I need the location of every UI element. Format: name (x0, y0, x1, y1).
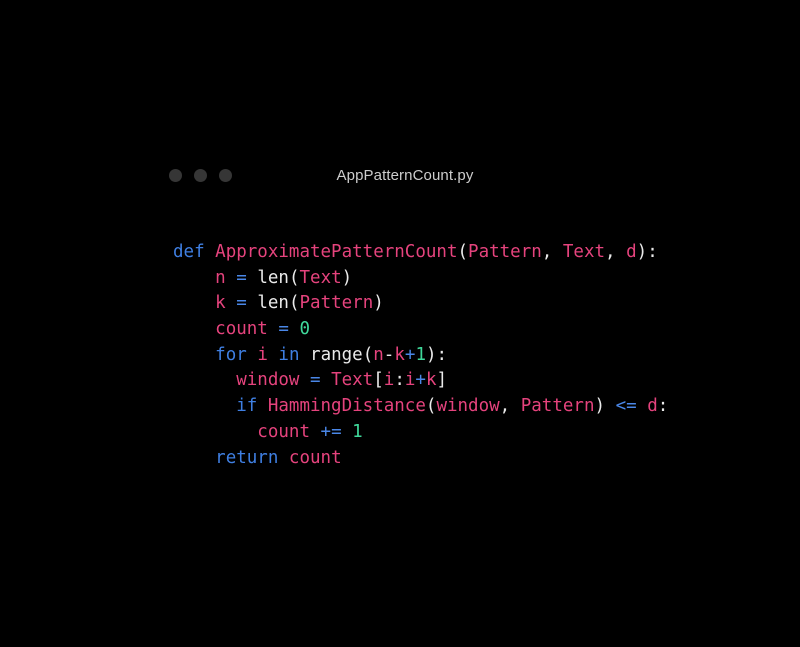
code-token-identifier: d (647, 396, 658, 417)
code-token-operator: = (236, 267, 247, 288)
code-line: k = len(Pattern) (173, 291, 668, 317)
code-token-punctuation: : (657, 396, 669, 417)
code-token-identifier: Pattern (520, 396, 595, 417)
code-token-punctuation: ): (425, 344, 448, 365)
code-token-operator: = (236, 293, 247, 314)
code-token-punctuation: , (499, 396, 521, 417)
code-token-punctuation: len( (257, 293, 300, 314)
code-token-identifier: window (236, 370, 300, 391)
code-token-identifier: Text (299, 267, 342, 288)
code-token-keyword: return (215, 447, 279, 468)
code-token-identifier: Text (331, 370, 374, 391)
code-token-identifier: i (404, 370, 416, 391)
code-token-identifier: k (215, 293, 226, 314)
code-line: n = len(Text) (173, 266, 668, 292)
code-token-identifier: k (425, 370, 437, 391)
code-token-identifier: n (373, 344, 384, 365)
code-line: for i in range(n-k+1): (173, 343, 668, 369)
code-token-identifier: k (394, 344, 405, 365)
code-token-punctuation: ) (594, 396, 616, 417)
code-line: if HammingDistance(window, Pattern) <= d… (173, 394, 668, 420)
code-token-identifier: Pattern (468, 242, 542, 262)
code-token-punctuation: [ (373, 370, 384, 391)
screenshot-root: AppPatternCount.py def ApproximatePatter… (0, 0, 800, 647)
code-token-identifier: n (215, 267, 226, 288)
code-token-identifier: ApproximatePatternCount (215, 242, 458, 262)
code-token-punctuation: , (541, 242, 563, 262)
code-token-punctuation: ): (636, 242, 658, 262)
code-token-keyword: for (215, 344, 247, 365)
code-token-number: 1 (415, 344, 426, 365)
code-token-operator: + (415, 370, 426, 391)
code-token-identifier: Text (562, 242, 606, 262)
code-token-punctuation: : (394, 370, 405, 391)
code-token-operator: = (278, 319, 289, 340)
code-token-identifier: i (257, 344, 268, 365)
code-token-punctuation: ( (425, 396, 437, 417)
code-token-identifier: i (383, 370, 395, 391)
code-line: window = Text[i:i+k] (173, 368, 668, 394)
code-token-number: 1 (352, 421, 363, 442)
code-token-punctuation: ( (457, 242, 469, 262)
code-token-keyword: if (236, 396, 258, 417)
code-token-keyword: in (278, 344, 300, 365)
code-token-number: 0 (299, 319, 311, 340)
code-token-operator: = (309, 370, 321, 391)
code-token-operator: += (320, 421, 342, 442)
code-token-punctuation: , (605, 242, 627, 262)
code-token-identifier: Pattern (299, 293, 374, 314)
code-line: def ApproximatePatternCount(Pattern, Tex… (173, 240, 668, 266)
code-snippet-window: AppPatternCount.py def ApproximatePatter… (0, 0, 800, 647)
code-token-identifier: window (436, 396, 500, 417)
window-titlebar: AppPatternCount.py (165, 160, 645, 194)
window-filename: AppPatternCount.py (336, 167, 474, 184)
code-block[interactable]: def ApproximatePatternCount(Pattern, Tex… (173, 240, 668, 471)
code-token-punctuation: range( (310, 344, 374, 365)
code-token-identifier: d (626, 242, 637, 262)
code-token-identifier: count (215, 319, 268, 340)
code-token-punctuation: len( (257, 267, 300, 288)
code-line: count = 0 (173, 317, 668, 343)
code-token-identifier: count (288, 447, 342, 468)
code-line: return count (173, 446, 668, 472)
code-token-identifier: count (257, 421, 310, 442)
code-token-keyword: def (173, 242, 205, 262)
code-token-punctuation: ] (436, 370, 448, 391)
code-line: count += 1 (173, 420, 668, 446)
code-token-operator: <= (615, 396, 637, 417)
code-token-punctuation: ) (341, 267, 353, 288)
code-token-punctuation: - (383, 344, 395, 365)
code-token-punctuation: ) (373, 293, 384, 314)
code-token-operator: + (404, 344, 416, 365)
code-token-identifier: HammingDistance (267, 396, 426, 417)
